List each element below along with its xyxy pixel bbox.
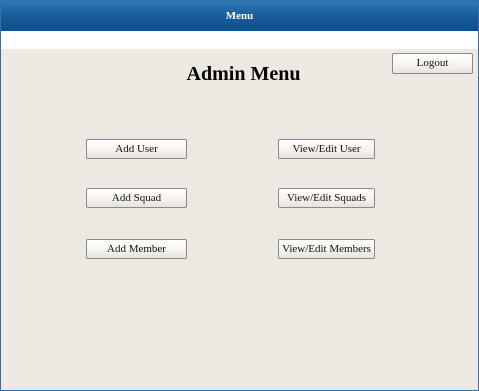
logout-button[interactable]: Logout xyxy=(392,53,473,74)
add-user-button[interactable]: Add User xyxy=(86,139,187,159)
window-title: Menu xyxy=(1,1,478,31)
menu-strip xyxy=(1,31,478,49)
add-member-button[interactable]: Add Member xyxy=(86,239,187,259)
add-squad-button[interactable]: Add Squad xyxy=(86,188,187,208)
page-title: Admin Menu xyxy=(186,63,301,85)
view-edit-squads-button[interactable]: View/Edit Squads xyxy=(278,188,375,208)
view-edit-user-button[interactable]: View/Edit User xyxy=(278,139,375,159)
menu-window: Menu Admin Menu Logout Add User Add Squa… xyxy=(0,0,479,391)
view-edit-members-button[interactable]: View/Edit Members xyxy=(278,239,375,259)
admin-panel: Admin Menu Logout Add User Add Squad Add… xyxy=(1,49,478,390)
